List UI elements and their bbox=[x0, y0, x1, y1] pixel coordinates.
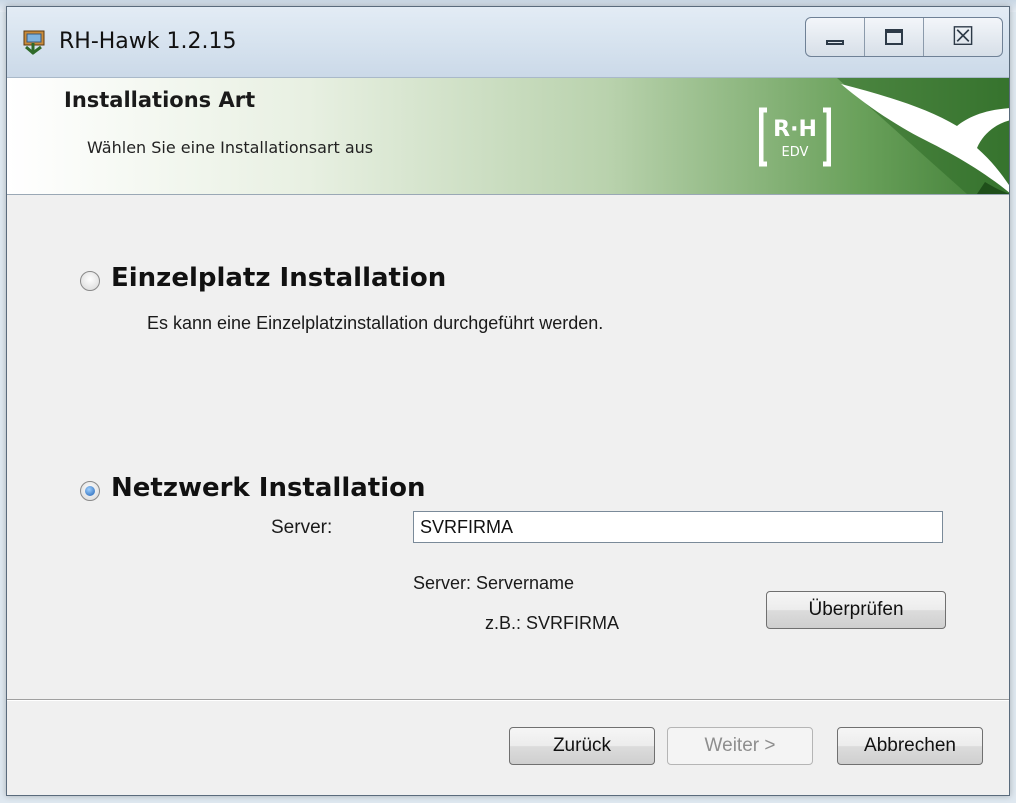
main-content: Einzelplatz Installation Es kann eine Ei… bbox=[7, 195, 1009, 695]
radio-einzelplatz[interactable] bbox=[80, 271, 100, 291]
title-bar[interactable]: RH-Hawk 1.2.15 ☒ bbox=[7, 7, 1009, 78]
close-icon: ☒ bbox=[951, 22, 975, 52]
minimize-button[interactable] bbox=[806, 18, 865, 56]
next-button[interactable]: Weiter > bbox=[667, 727, 813, 765]
minimize-icon bbox=[825, 39, 844, 45]
page-subtitle: Wählen Sie eine Installationsart aus bbox=[87, 138, 374, 157]
option-netzwerk-label[interactable]: Netzwerk Installation bbox=[111, 473, 426, 503]
window-title: RH-Hawk 1.2.15 bbox=[59, 29, 237, 54]
check-server-button[interactable]: Überprüfen bbox=[766, 591, 946, 629]
logo-text-bottom: EDV bbox=[782, 145, 809, 160]
caption-buttons: ☒ bbox=[805, 17, 1003, 57]
radio-netzwerk[interactable] bbox=[80, 481, 100, 501]
hawk-logo-icon bbox=[837, 78, 1009, 194]
server-input[interactable] bbox=[413, 511, 943, 543]
cancel-button[interactable]: Abbrechen bbox=[837, 727, 983, 765]
installer-app-icon bbox=[23, 30, 45, 55]
back-button[interactable]: Zurück bbox=[509, 727, 655, 765]
server-hint-line2: z.B.: SVRFIRMA bbox=[485, 613, 620, 633]
installer-window: RH-Hawk 1.2.15 ☒ Installations Art Wähle… bbox=[6, 6, 1010, 796]
logo-text-top: R·H bbox=[773, 117, 817, 142]
option-einzelplatz-description: Es kann eine Einzelplatzinstallation dur… bbox=[147, 313, 604, 333]
footer-divider bbox=[7, 699, 1009, 701]
server-label: Server: bbox=[271, 517, 333, 538]
server-hint-line1: Server: Servername bbox=[413, 573, 575, 593]
option-einzelplatz-label[interactable]: Einzelplatz Installation bbox=[111, 263, 446, 293]
page-title: Installations Art bbox=[64, 88, 256, 112]
close-button[interactable]: ☒ bbox=[924, 18, 1002, 56]
header-banner: Installations Art Wählen Sie eine Instal… bbox=[7, 78, 1009, 195]
maximize-button[interactable] bbox=[865, 18, 924, 56]
maximize-icon bbox=[884, 29, 903, 45]
